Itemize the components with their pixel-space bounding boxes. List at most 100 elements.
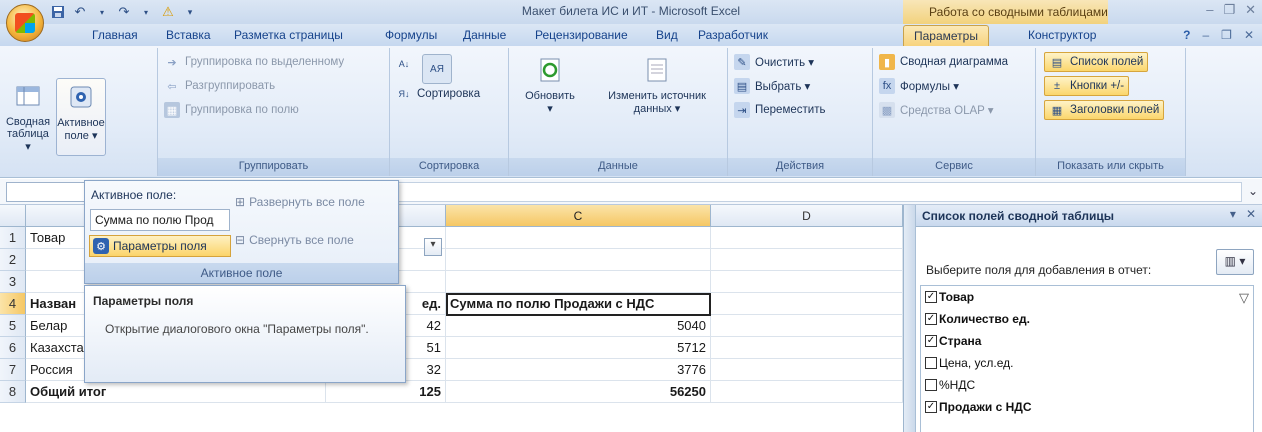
cell-c6[interactable]: 5712 [446, 337, 711, 359]
active-field-input[interactable]: Сумма по полю Прод [90, 209, 230, 231]
cell-c2[interactable] [446, 249, 711, 271]
field-item[interactable]: Цена, усл.ед. [925, 356, 1013, 370]
plus-minus-buttons-toggle[interactable]: ± Кнопки +/- [1044, 76, 1130, 96]
row-header-1[interactable]: 1 [0, 227, 26, 249]
collapse-entire-field-button[interactable]: ⊟ Свернуть все поле [235, 233, 354, 247]
cell-c3[interactable] [446, 271, 711, 293]
cell-d3[interactable] [711, 271, 903, 293]
change-data-source-button[interactable]: Изменить источник данных ▾ [593, 52, 721, 115]
move-button[interactable]: ⇥ Переместить [734, 100, 825, 120]
field-headers-toggle[interactable]: ▦ Заголовки полей [1044, 100, 1165, 120]
field-item[interactable]: ✓ Количество ед. [925, 312, 1030, 326]
tab-page-layout[interactable]: Разметка страницы [234, 28, 343, 42]
refresh-icon [534, 54, 566, 86]
row-header-3[interactable]: 3 [0, 271, 26, 293]
cell-c7[interactable]: 3776 [446, 359, 711, 381]
filter-icon: ▽ [1239, 290, 1249, 305]
close-icon[interactable]: ✕ [1245, 2, 1256, 18]
sort-az-button[interactable]: А↓ [396, 54, 412, 74]
checkbox-checked[interactable]: ✓ [925, 291, 937, 303]
select-button[interactable]: ▤ Выбрать ▾ [734, 76, 810, 96]
checkbox-checked[interactable]: ✓ [925, 313, 937, 325]
cell-b8[interactable]: 125 [326, 381, 446, 403]
field-item[interactable]: ✓ Товар [925, 290, 974, 304]
checkbox-checked[interactable]: ✓ [925, 335, 937, 347]
pivot-tools-context-label: Работа со сводными таблицами [903, 0, 1108, 24]
row-header-2[interactable]: 2 [0, 249, 26, 271]
cell-d7[interactable] [711, 359, 903, 381]
pane-splitter[interactable] [904, 205, 916, 432]
cell-d4[interactable] [711, 293, 903, 315]
field-list-toggle[interactable]: ▤ Список полей [1044, 52, 1149, 72]
pivot-table-button[interactable]: Сводная таблица ▾ [4, 78, 52, 153]
tab-design[interactable]: Конструктор [1028, 28, 1096, 42]
layout-icon: ▥ ▾ [1224, 254, 1246, 268]
tab-insert[interactable]: Вставка [166, 28, 211, 42]
office-logo-icon [15, 13, 35, 33]
olap-tools-button[interactable]: ▩ Средства OLAP ▾ [879, 100, 994, 120]
tab-options[interactable]: Параметры [903, 25, 989, 46]
row-header-6[interactable]: 6 [0, 337, 26, 359]
tab-view[interactable]: Вид [656, 28, 678, 42]
active-field-title: Активное поле: [91, 188, 177, 202]
expand-entire-field-button[interactable]: ⊞ Развернуть все поле [235, 195, 365, 209]
help-icon[interactable]: ? [1183, 28, 1190, 42]
cell-d2[interactable] [711, 249, 903, 271]
field-list-icon: ▤ [1051, 56, 1063, 69]
select-all-corner[interactable] [0, 205, 26, 227]
ungroup-button[interactable]: ⇦ Разгруппировать [164, 76, 275, 96]
sort-za-button[interactable]: Я↓ Сортировка [396, 84, 481, 104]
minimize-icon[interactable]: – [1206, 2, 1213, 18]
close-icon[interactable]: ✕ [1246, 207, 1256, 221]
name-box[interactable] [6, 182, 86, 202]
field-settings-button[interactable]: ⚙ Параметры поля [89, 235, 231, 257]
cell-d8[interactable] [711, 381, 903, 403]
row-header-7[interactable]: 7 [0, 359, 26, 381]
tab-data[interactable]: Данные [463, 28, 506, 42]
checkbox-unchecked[interactable] [925, 357, 937, 369]
cell-d5[interactable] [711, 315, 903, 337]
refresh-button[interactable]: Обновить ▾ [515, 52, 585, 115]
ribbon-window-controls: ? – ❐ ✕ [1183, 28, 1254, 42]
field-item[interactable]: %НДС [925, 378, 975, 392]
row-header-5[interactable]: 5 [0, 315, 26, 337]
field-headers-icon: ▦ [1051, 104, 1063, 117]
tab-developer[interactable]: Разработчик [698, 28, 768, 42]
group-sorting: А↓ АЯ Я↓ Сортировка Сортировка [390, 48, 509, 176]
column-header-c[interactable]: C [446, 205, 711, 227]
field-item[interactable]: ✓ Страна [925, 334, 981, 348]
cell-d1[interactable] [711, 227, 903, 249]
layout-options-button[interactable]: ▥ ▾ [1216, 249, 1254, 275]
active-field-button[interactable]: Активное поле ▾ [56, 78, 106, 156]
pivot-chart-button[interactable]: ▮ Сводная диаграмма [879, 52, 1008, 72]
cell-c5[interactable]: 5040 [446, 315, 711, 337]
row-header-8[interactable]: 8 [0, 381, 26, 403]
field-list-header: Список полей сводной таблицы ▾ ✕ [916, 205, 1262, 227]
office-button[interactable] [6, 4, 44, 42]
checkbox-checked[interactable]: ✓ [925, 401, 937, 413]
row-header-4[interactable]: 4 [0, 293, 26, 315]
cell-c8[interactable]: 56250 [446, 381, 711, 403]
tab-formulas[interactable]: Формулы [385, 28, 437, 42]
checkbox-unchecked[interactable] [925, 379, 937, 391]
tab-home[interactable]: Главная [92, 28, 138, 42]
cell-c1[interactable] [446, 227, 711, 249]
restore-icon[interactable]: ❐ [1223, 2, 1235, 18]
clear-button[interactable]: ✎ Очистить ▾ [734, 52, 814, 72]
pane-options-icon[interactable]: ▾ [1230, 207, 1236, 221]
cell-a8[interactable]: Общий итог [26, 381, 326, 403]
close-icon[interactable]: ✕ [1244, 28, 1254, 42]
group-selection-button[interactable]: ➔ Группировка по выделенному [164, 52, 344, 72]
minimize-icon[interactable]: – [1202, 28, 1209, 42]
column-header-d[interactable]: D [711, 205, 903, 227]
arrow-left-icon: ⇦ [167, 80, 177, 93]
field-item[interactable]: ✓ Продажи с НДС [925, 400, 1032, 414]
group-field-button[interactable]: ▦ Группировка по полю [164, 100, 299, 120]
formulas-button[interactable]: fx Формулы ▾ [879, 76, 959, 96]
sort-dialog-icon-button[interactable]: АЯ [420, 52, 454, 88]
title-bar: ↶ ▾ ↷ ▾ ⚠ ▾ Макет билета ИС и ИТ - Micro… [0, 0, 1262, 24]
cell-d6[interactable] [711, 337, 903, 359]
tab-review[interactable]: Рецензирование [535, 28, 628, 42]
expand-formula-bar-icon[interactable]: ⌄ [1248, 184, 1258, 198]
restore-icon[interactable]: ❐ [1221, 28, 1232, 42]
